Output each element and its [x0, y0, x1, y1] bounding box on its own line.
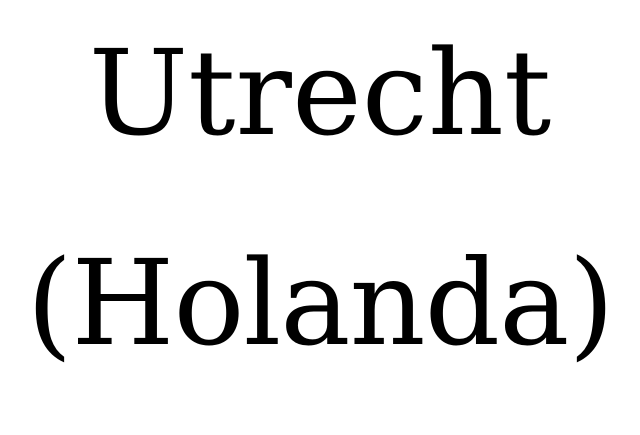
text-canvas: Utrecht (Holanda) — [0, 0, 640, 435]
city-name: Utrecht — [88, 24, 552, 162]
country-name: (Holanda) — [26, 234, 615, 372]
